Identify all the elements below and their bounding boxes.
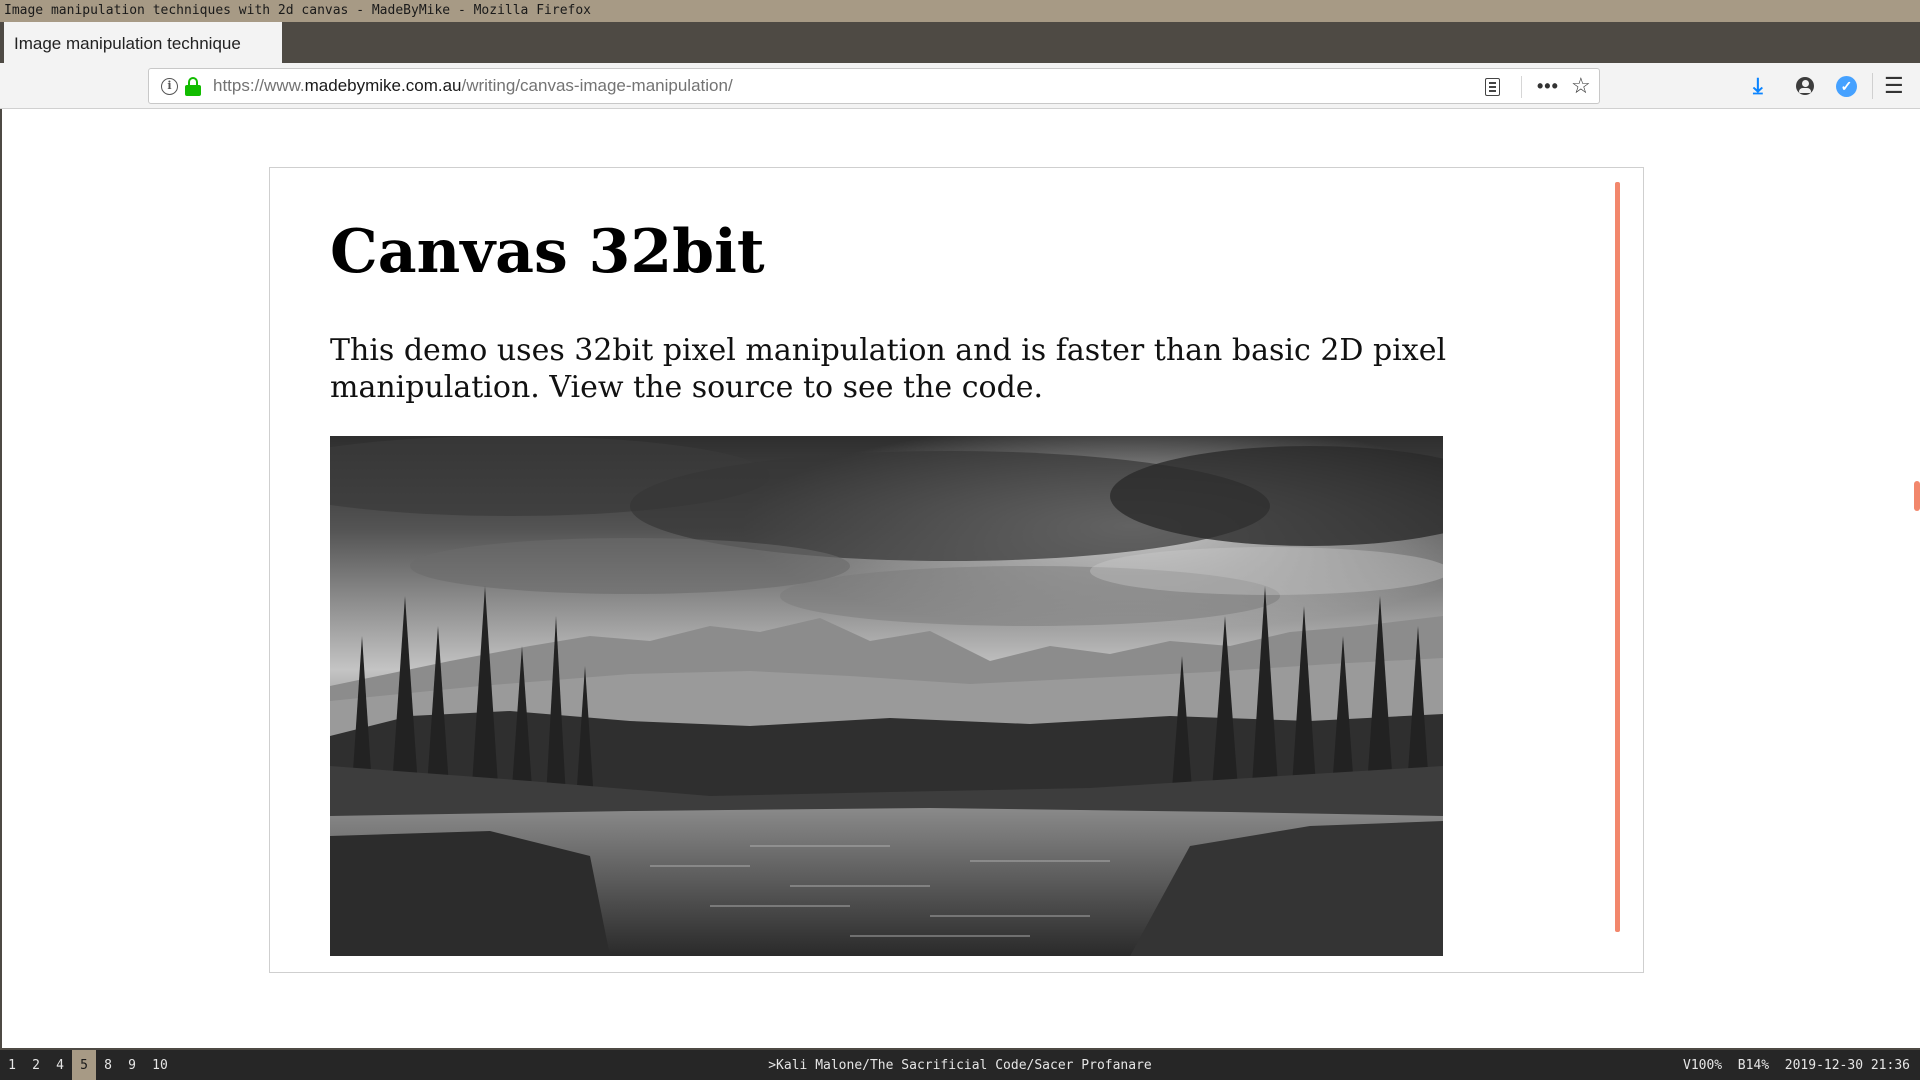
url-text[interactable]: https://www.madebymike.com.au/writing/ca… (213, 69, 733, 103)
url-divider (1521, 76, 1522, 98)
info-icon[interactable]: i (161, 78, 178, 95)
url-prefix: https://www. (213, 76, 305, 95)
hamburger-menu-icon[interactable]: ☰ (1884, 63, 1904, 109)
browser-tab[interactable]: Image manipulation technique (4, 22, 282, 63)
clock: 2019-12-30 21:36 (1784, 1058, 1910, 1073)
page-title: Canvas 32bit (330, 217, 765, 287)
download-icon[interactable]: ⤓ (1753, 63, 1763, 109)
toolbar-divider (1872, 73, 1873, 99)
page-viewport: Canvas 32bit This demo uses 32bit pixel … (0, 109, 1920, 1048)
url-path: /writing/canvas-image-manipulation/ (461, 76, 733, 95)
extension-icon[interactable]: ✓ (1836, 76, 1857, 97)
demo-canvas-image (330, 436, 1443, 956)
system-indicators: V100% B14% 2019-12-30 21:36 (1683, 1050, 1910, 1080)
navigation-toolbar: i https://www.madebymike.com.au/writing/… (0, 63, 1920, 109)
lock-icon[interactable] (185, 77, 201, 97)
tab-label: Image manipulation technique (14, 34, 241, 53)
scrollbar-thumb[interactable] (1914, 481, 1920, 511)
account-icon[interactable] (1796, 77, 1814, 95)
battery-indicator: B14% (1737, 1058, 1770, 1073)
tab-fade (254, 22, 282, 63)
url-host: madebymike.com.au (304, 76, 462, 95)
accent-bar (1615, 182, 1620, 932)
demo-card: Canvas 32bit This demo uses 32bit pixel … (269, 167, 1644, 973)
bookmark-star-icon[interactable]: ☆ (1571, 69, 1591, 103)
reader-view-icon[interactable] (1485, 78, 1500, 96)
more-actions-icon[interactable]: ••• (1537, 69, 1559, 103)
window-title: Image manipulation techniques with 2d ca… (0, 0, 1920, 22)
volume-indicator: V100% (1683, 1058, 1723, 1073)
url-bar[interactable]: i https://www.madebymike.com.au/writing/… (148, 68, 1600, 104)
system-status-bar: 1 2 4 5 8 9 10 >Kali Malone/The Sacrific… (0, 1048, 1920, 1080)
tab-strip: Image manipulation technique (0, 22, 1920, 63)
page-description: This demo uses 32bit pixel manipulation … (330, 333, 1447, 405)
now-playing: >Kali Malone/The Sacrificial Code/Sacer … (768, 1058, 1152, 1073)
